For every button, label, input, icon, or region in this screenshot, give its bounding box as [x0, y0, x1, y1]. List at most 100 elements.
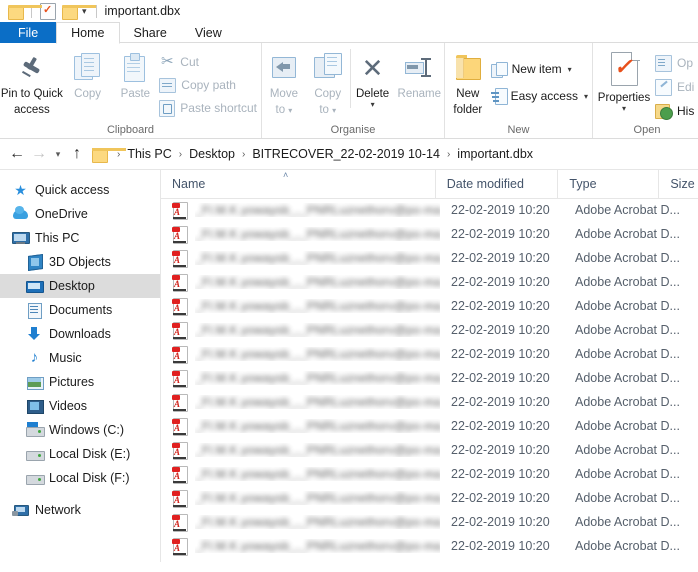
chevron-down-icon[interactable]: ▾	[371, 100, 375, 108]
table-row[interactable]: A_Fl.M.K.yowaysb_,_PNRLuznethorv@po-ma..…	[161, 534, 698, 558]
properties-icon[interactable]: ✓	[40, 2, 56, 20]
pin-to-quick-access-button[interactable]: Pin to Quick access	[0, 49, 64, 116]
copy-path-button[interactable]: Copy path	[159, 75, 261, 95]
breadcrumb[interactable]: › This PC › Desktop › BITRECOVER_22-02-2…	[92, 143, 692, 165]
file-name-cell: _Fl.M.K.yowaysb_,_PNRLuznethorv@po-ma...	[195, 227, 440, 241]
delete-button[interactable]: ✕ Delete ▾	[349, 49, 395, 108]
file-date-cell: 22-02-2019 10:20	[451, 347, 550, 361]
scissors-icon: ✂	[160, 53, 174, 70]
file-date-cell: 22-02-2019 10:20	[451, 443, 550, 457]
tab-view[interactable]: View	[181, 22, 236, 43]
table-row[interactable]: A_Fl.M.K.yowaysb_,_PNRLuznethorv@po-ma..…	[161, 510, 698, 534]
breadcrumb-item-desktop[interactable]: Desktop	[188, 147, 236, 161]
rename-button[interactable]: Rename	[394, 49, 444, 101]
table-row[interactable]: A_Fl.M.K.yowaysb_,_PNRLuznethorv@po-ma..…	[161, 270, 698, 294]
back-button[interactable]: ←	[6, 143, 28, 165]
breadcrumb-separator: ›	[242, 148, 246, 160]
new-item-button[interactable]: New item ▾	[490, 59, 592, 79]
chevron-down-icon[interactable]: ▾	[584, 92, 588, 101]
column-header-date-modified[interactable]: Date modified	[434, 170, 558, 198]
table-row[interactable]: A_Fl.M.K.yowaysb_,_PNRLuznethorv@po-ma..…	[161, 198, 698, 222]
sidebar-item-local-disk-f[interactable]: Local Disk (F:)	[0, 466, 160, 490]
file-name-cell: _Fl.M.K.yowaysb_,_PNRLuznethorv@po-ma...	[195, 419, 440, 433]
sidebar-item-windows-c[interactable]: Windows (C:)	[0, 418, 160, 442]
sidebar-item-3d-objects[interactable]: 3D Objects	[0, 250, 160, 274]
sidebar-item-music[interactable]: ♪ Music	[0, 346, 160, 370]
pdf-icon: A	[172, 225, 188, 244]
chevron-down-icon[interactable]: ▾	[622, 104, 626, 112]
edit-button[interactable]: Edi	[655, 77, 698, 97]
column-header-name[interactable]: Name ˄	[161, 170, 435, 198]
move-to-icon	[270, 53, 298, 83]
title-bar: ✓ ▾ important.dbx	[0, 0, 698, 22]
easy-access-button[interactable]: Easy access ▾	[490, 86, 592, 106]
sidebar-item-local-disk-e[interactable]: Local Disk (E:)	[0, 442, 160, 466]
table-row[interactable]: A _Fl.M.K.yowaysb_,_PNRLuznethorv@po-ma..…	[161, 222, 698, 246]
copy-button[interactable]: Copy	[64, 49, 112, 101]
paste-shortcut-icon	[159, 99, 176, 117]
open-button[interactable]: Op	[655, 53, 698, 73]
tab-file[interactable]: File	[0, 22, 57, 43]
forward-button[interactable]: →	[28, 143, 50, 165]
breadcrumb-item-bitrecover[interactable]: BITRECOVER_22-02-2019 10-14	[251, 147, 441, 161]
file-name-redacted: _Fl.M.K.yowaysb_,_PNRLuznethorv@po-ma...	[195, 443, 440, 457]
breadcrumb-item-important-dbx[interactable]: important.dbx	[456, 147, 534, 161]
table-row[interactable]: A_Fl.M.K.yowaysb_,_PNRLuznethorv@po-ma..…	[161, 366, 698, 390]
3d-objects-icon	[26, 253, 43, 272]
sidebar-item-pictures[interactable]: Pictures	[0, 370, 160, 394]
table-row[interactable]: A_Fl.M.K.yowaysb_,_PNRLuznethorv@po-ma..…	[161, 438, 698, 462]
tab-share[interactable]: Share	[120, 22, 181, 43]
sidebar-item-videos[interactable]: Videos	[0, 394, 160, 418]
copy-to-button[interactable]: Copy to ▾	[306, 49, 350, 116]
cut-button[interactable]: ✂ Cut	[159, 52, 261, 72]
sidebar-item-downloads[interactable]: Downloads	[0, 322, 160, 346]
up-button[interactable]: ↑	[66, 143, 88, 165]
table-row[interactable]: A_Fl.M.K.yowaysb_,_PNRLuznethorv@po-ma..…	[161, 246, 698, 270]
file-name-redacted: _Fl.M.K.yowaysb_,_PNRLuznethorv@po-ma...	[195, 227, 440, 241]
file-date-cell: 22-02-2019 10:20	[451, 419, 550, 433]
tab-home[interactable]: Home	[56, 22, 120, 44]
file-date-cell: 22-02-2019 10:20	[451, 299, 550, 313]
file-type-cell: Adobe Acrobat D...	[575, 347, 680, 361]
table-row[interactable]: A_Fl.M.K.yowaysb_,_PNRLuznethorv@po-ma..…	[161, 390, 698, 414]
sidebar-item-onedrive[interactable]: OneDrive	[0, 202, 160, 226]
table-row[interactable]: A_Fl.M.K.yowaysb_,_PNRLuznethorv@po-ma..…	[161, 318, 698, 342]
column-header-type[interactable]: Type	[557, 170, 658, 198]
table-row[interactable]: A_Fl.M.K.yowaysb_,_PNRLuznethorv@po-ma..…	[161, 342, 698, 366]
file-list-pane: Name ˄ Date modified Type Size A _Fl.M.K.…	[161, 170, 698, 562]
move-to-button[interactable]: Move to ▾	[262, 49, 306, 116]
sidebar-item-this-pc[interactable]: This PC	[0, 226, 160, 250]
ribbon-group-clipboard: Pin to Quick access Copy Paste ✂ Cut Cop…	[0, 43, 261, 138]
rename-icon	[405, 55, 433, 81]
history-button[interactable]: His	[655, 101, 698, 121]
sidebar-item-label: OneDrive	[35, 207, 88, 221]
sidebar-item-desktop[interactable]: Desktop	[0, 274, 160, 298]
breadcrumb-item-this-pc[interactable]: This PC	[126, 147, 172, 161]
clipboard-small-commands: ✂ Cut Copy path Paste shortcut	[159, 49, 261, 118]
customize-chevron-icon[interactable]: ▾	[82, 6, 87, 16]
table-row[interactable]: A_Fl.M.K.yowaysb_,_PNRLuznethorv@po-ma..…	[161, 414, 698, 438]
paste-button[interactable]: Paste	[112, 49, 160, 101]
folder-icon[interactable]	[8, 4, 42, 20]
delete-icon: ✕	[361, 53, 384, 83]
table-row[interactable]: A_Fl.M.K.yowaysb_,_PNRLuznethorv@po-ma..…	[161, 486, 698, 510]
sidebar-item-label: This PC	[35, 231, 80, 245]
sidebar-item-quick-access[interactable]: ★ Quick access	[0, 178, 160, 202]
column-header-size[interactable]: Size	[658, 170, 698, 198]
sidebar-item-documents[interactable]: Documents	[0, 298, 160, 322]
file-date-cell: 22-02-2019 10:20	[451, 227, 550, 241]
properties-button[interactable]: ✓ Properties ▾	[593, 49, 655, 112]
paste-shortcut-button[interactable]: Paste shortcut	[159, 98, 261, 118]
file-name-cell: _Fl.M.K.yowaysb_,_PNRLuznethorv@po-ma...	[195, 347, 440, 361]
new-folder-button[interactable]: New folder	[445, 49, 491, 116]
recent-locations-button[interactable]: ▾	[50, 143, 66, 165]
chevron-down-icon[interactable]: ▾	[568, 65, 572, 74]
ribbon-group-organise: Move to ▾ Copy to ▾ ✕ Delete ▾ Rename Or…	[261, 43, 444, 138]
sidebar-item-label: Quick access	[35, 183, 110, 197]
table-row[interactable]: A_Fl.M.K.yowaysb_,_PNRLuznethorv@po-ma..…	[161, 558, 698, 562]
sidebar-item-network[interactable]: Network	[0, 498, 160, 522]
file-type-cell: Adobe Acrobat D...	[575, 299, 680, 313]
folder-icon[interactable]	[62, 4, 96, 20]
table-row[interactable]: A_Fl.M.K.yowaysb_,_PNRLuznethorv@po-ma..…	[161, 462, 698, 486]
table-row[interactable]: A_Fl.M.K.yowaysb_,_PNRLuznethorv@po-ma..…	[161, 294, 698, 318]
